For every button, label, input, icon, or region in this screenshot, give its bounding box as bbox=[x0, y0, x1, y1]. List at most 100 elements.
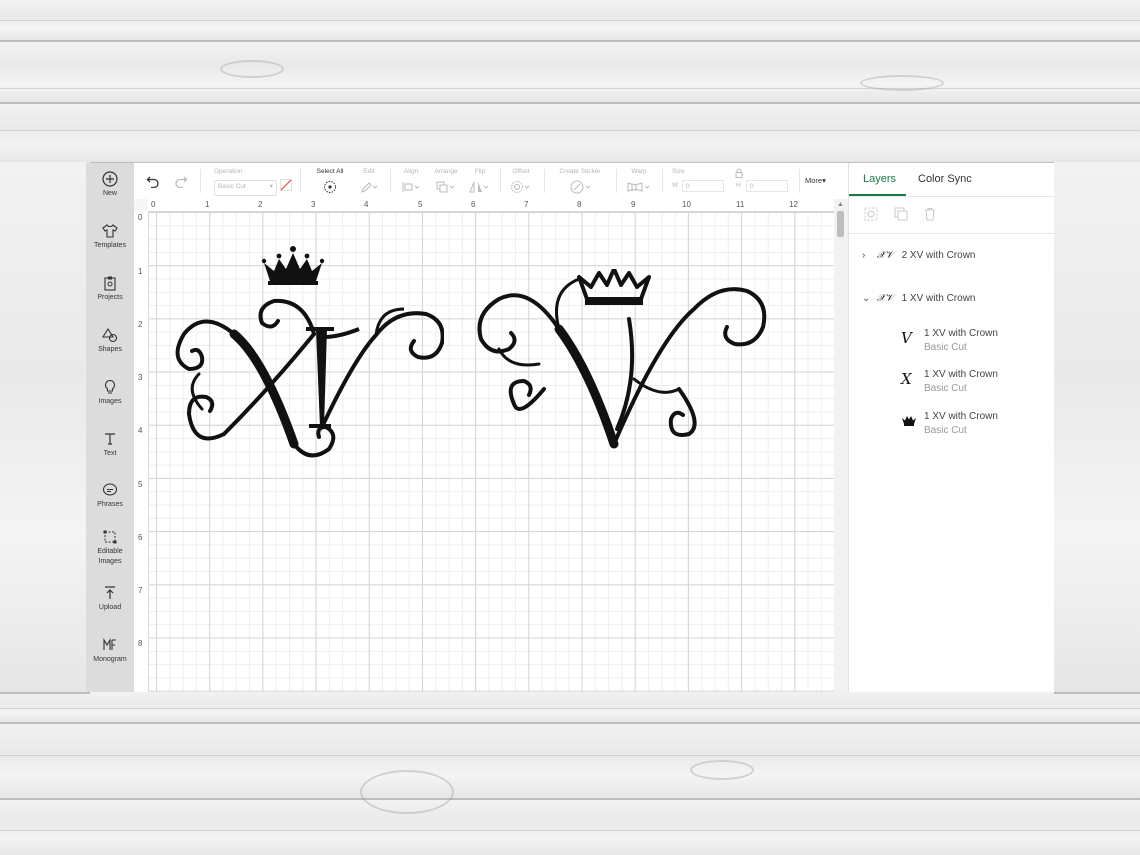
more-menu-button[interactable]: More▾ bbox=[805, 176, 826, 185]
flip-control[interactable]: Flip bbox=[468, 167, 492, 194]
select-all-label: Select All bbox=[316, 168, 344, 175]
ruler-tick-label: 6 bbox=[138, 533, 143, 542]
plus-circle-icon bbox=[102, 171, 118, 187]
sidebar-item-label: Upload bbox=[98, 604, 122, 611]
flip-label: Flip bbox=[474, 168, 486, 175]
lightbulb-icon bbox=[105, 379, 115, 394]
sidebar-item-shapes[interactable]: Shapes bbox=[86, 327, 134, 355]
ruler-tick-label: 5 bbox=[138, 480, 143, 489]
ruler-tick-label: 2 bbox=[138, 320, 143, 329]
redo-icon[interactable] bbox=[174, 174, 188, 188]
arrange-label: Arrange bbox=[434, 168, 458, 175]
undo-icon[interactable] bbox=[146, 174, 160, 188]
layer-thumb-v-icon: V bbox=[901, 329, 912, 347]
sidebar-item-images[interactable]: Images bbox=[86, 379, 134, 407]
text-t-icon bbox=[105, 433, 115, 445]
monogram-icon bbox=[103, 638, 116, 650]
chevron-down-icon[interactable]: ⌄ bbox=[862, 293, 874, 304]
create-sticker-control[interactable]: Create Sticker bbox=[552, 167, 608, 194]
tab-color-sync[interactable]: Color Sync bbox=[918, 173, 972, 185]
layer-item[interactable]: 1 XV with Crown Basic Cut bbox=[901, 410, 998, 438]
ruler-tick-label: 9 bbox=[631, 200, 636, 209]
height-field[interactable]: 0 bbox=[746, 180, 788, 192]
pen-color-swatch-icon[interactable] bbox=[280, 179, 292, 191]
layer-thumb-xv-icon: 𝒳𝒱 bbox=[876, 293, 894, 304]
chevron-right-icon[interactable]: › bbox=[862, 250, 874, 261]
sidebar-item-label: Phrases bbox=[97, 501, 123, 508]
panel-tabs: Layers Color Sync bbox=[849, 163, 1054, 197]
layer-item[interactable]: V 1 XV with Crown Basic Cut bbox=[901, 327, 998, 355]
arrange-control[interactable]: Arrange bbox=[430, 167, 462, 194]
ruler-tick-label: 10 bbox=[682, 200, 691, 209]
align-control[interactable]: Align bbox=[398, 167, 424, 194]
layer-item-operation: Basic Cut bbox=[924, 425, 967, 436]
speech-bubble-icon bbox=[102, 483, 118, 496]
shapes-icon bbox=[102, 327, 118, 343]
crown-icon bbox=[261, 246, 325, 285]
scroll-up-icon[interactable]: ▲ bbox=[837, 201, 844, 208]
size-label: Size bbox=[672, 168, 685, 175]
sidebar-item-phrases[interactable]: Phrases bbox=[86, 482, 134, 510]
layer-item-name: 1 XV with Crown bbox=[924, 369, 998, 380]
select-all-control[interactable]: Select All bbox=[310, 167, 350, 194]
layer-thumb-xv-icon: 𝒳𝒱 bbox=[876, 250, 894, 261]
operation-select[interactable]: Basic Cut ▾ bbox=[214, 180, 277, 196]
design-canvas[interactable]: 0 1 2 3 4 5 6 7 8 9 10 11 12 0 1 2 3 4 5… bbox=[134, 199, 848, 692]
layer-group-name: 1 XV with Crown bbox=[901, 293, 976, 304]
operation-label: Operation bbox=[214, 168, 243, 175]
sidebar-item-templates[interactable]: Templates bbox=[86, 223, 134, 251]
active-tab-indicator bbox=[849, 194, 906, 196]
ruler-tick-label: 0 bbox=[151, 200, 156, 209]
chevron-down-icon: ▾ bbox=[269, 183, 273, 190]
width-field[interactable]: 0 bbox=[682, 180, 724, 192]
edit-control[interactable]: Edit bbox=[356, 167, 382, 194]
sidebar-item-label: Text bbox=[103, 450, 117, 457]
design-space-window: New Templates Projects Shapes Images Tex… bbox=[86, 163, 1054, 692]
align-icon bbox=[402, 182, 420, 192]
layer-item-operation: Basic Cut bbox=[924, 342, 967, 353]
layer-group-row[interactable]: › 𝒳𝒱 2 XV with Crown bbox=[862, 250, 975, 261]
group-icon[interactable] bbox=[864, 207, 878, 221]
crown-icon bbox=[577, 269, 651, 305]
lock-icon[interactable] bbox=[735, 168, 743, 178]
sidebar-item-projects[interactable]: Projects bbox=[86, 275, 134, 303]
width-prefix: W bbox=[672, 182, 679, 189]
scrollbar-thumb[interactable] bbox=[837, 211, 844, 237]
sidebar-item-label: New bbox=[102, 190, 117, 197]
sidebar-item-upload[interactable]: Upload bbox=[86, 585, 134, 613]
layer-thumb-x-icon: X bbox=[901, 370, 912, 388]
create-sticker-label: Create Sticker bbox=[559, 168, 601, 175]
sidebar-item-editable-images[interactable]: Editable Images bbox=[86, 529, 134, 567]
sidebar-item-monogram[interactable]: Monogram bbox=[86, 637, 134, 665]
layer-group-row[interactable]: ⌄ 𝒳𝒱 1 XV with Crown bbox=[862, 293, 975, 304]
sidebar-item-label: Monogram bbox=[93, 656, 127, 663]
sidebar-item-label-line2: Images bbox=[98, 558, 122, 565]
tab-layers[interactable]: Layers bbox=[863, 173, 896, 185]
more-label: More bbox=[805, 176, 823, 185]
sidebar-item-text[interactable]: Text bbox=[86, 431, 134, 459]
delete-icon[interactable] bbox=[923, 207, 937, 221]
sidebar-item-label: Templates bbox=[94, 242, 126, 249]
design-xv-crown-2[interactable] bbox=[469, 269, 769, 459]
offset-label: Offset bbox=[512, 168, 530, 175]
height-value: 0 bbox=[750, 183, 754, 190]
layer-group-name: 2 XV with Crown bbox=[901, 250, 976, 261]
ruler-tick-label: 6 bbox=[471, 200, 476, 209]
ruler-tick-label: 0 bbox=[138, 213, 143, 222]
ruler-tick-label: 3 bbox=[311, 200, 316, 209]
design-xv-crown-1[interactable] bbox=[164, 239, 444, 469]
warp-control[interactable]: Warp bbox=[624, 167, 654, 194]
vertical-scrollbar[interactable]: ▲ bbox=[834, 199, 848, 692]
sidebar-item-new[interactable]: New bbox=[86, 171, 134, 199]
ruler-tick-label: 11 bbox=[736, 200, 745, 209]
operation-select-value: Basic Cut bbox=[218, 183, 246, 190]
ruler-tick-label: 1 bbox=[205, 200, 210, 209]
ruler-tick-label: 2 bbox=[258, 200, 263, 209]
offset-control[interactable]: Offset bbox=[506, 167, 536, 194]
ruler-tick-label: 4 bbox=[364, 200, 369, 209]
ruler-tick-label: 7 bbox=[524, 200, 529, 209]
duplicate-icon[interactable] bbox=[894, 207, 908, 221]
ruler-tick-label: 12 bbox=[789, 200, 798, 209]
layer-item[interactable]: X 1 XV with Crown Basic Cut bbox=[901, 368, 998, 396]
height-prefix: H bbox=[736, 182, 741, 189]
